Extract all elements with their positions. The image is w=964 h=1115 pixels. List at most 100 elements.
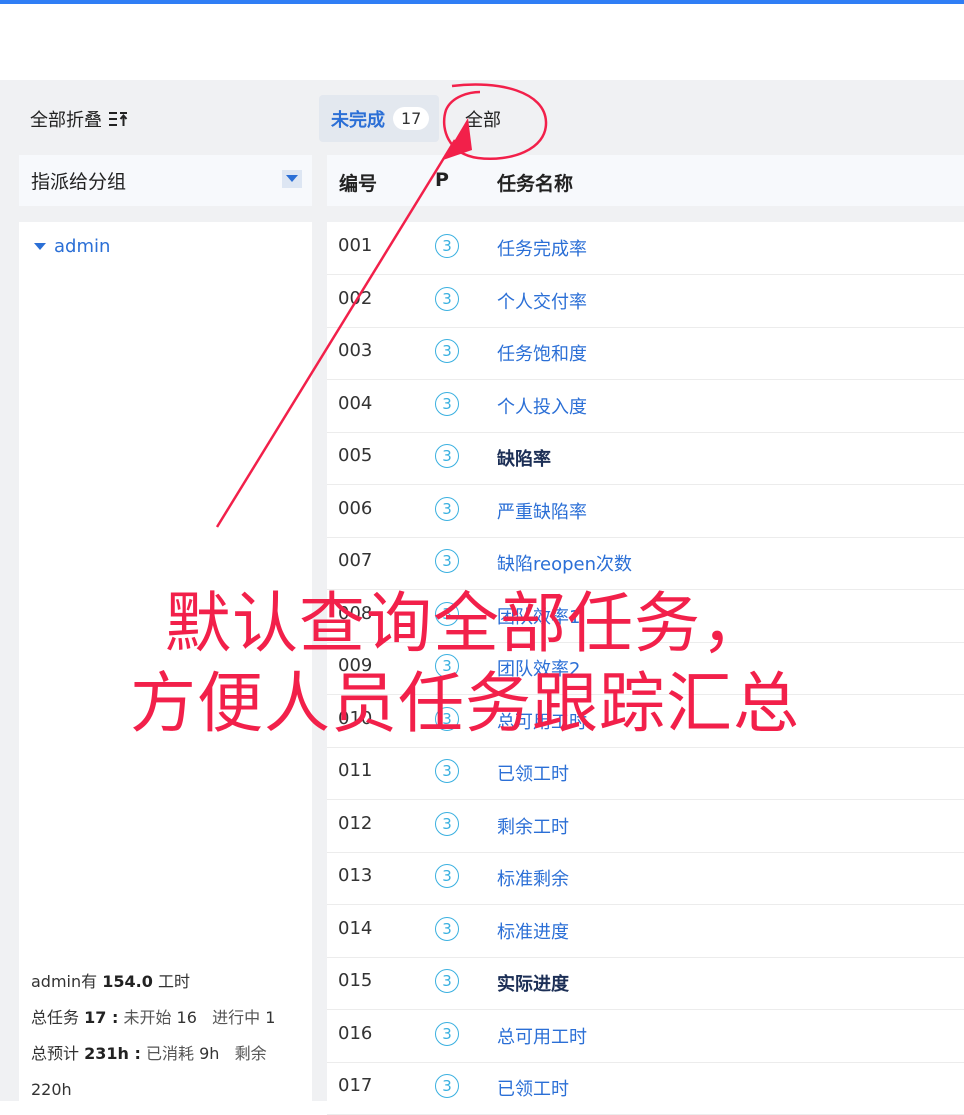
tab-all-label: 全部: [465, 109, 501, 131]
table-row[interactable]: 017 3 已领工时: [327, 1062, 964, 1115]
table-row[interactable]: 013 3 标准剩余: [327, 852, 964, 905]
task-id: 011: [338, 760, 373, 781]
task-name-link[interactable]: 已领工时: [497, 1075, 569, 1101]
summary-estimate: 总预计 231h : 已消耗 9h 剩余: [31, 1036, 306, 1072]
table-row[interactable]: 016 3 总可用工时: [327, 1010, 964, 1063]
priority-badge: 3: [435, 759, 459, 783]
priority-badge: 3: [435, 1074, 459, 1098]
summary-user: admin有: [31, 972, 98, 991]
priority-badge: 3: [435, 234, 459, 258]
summary-hours-unit: 工时: [157, 972, 190, 991]
collapse-all-label: 全部折叠: [30, 110, 102, 131]
priority-badge: 3: [435, 601, 459, 626]
task-name-link[interactable]: 团队效率2: [497, 655, 580, 681]
table-row[interactable]: 014 3 标准进度: [327, 905, 964, 958]
summary-inprogress-value: 1: [265, 1008, 276, 1027]
task-id: 017: [338, 1075, 373, 1096]
chevron-down-icon[interactable]: [282, 170, 302, 188]
task-id: 004: [338, 392, 373, 414]
table-row[interactable]: 005 3 缺陷率: [327, 432, 964, 485]
task-id: 002: [338, 287, 373, 309]
summary-estimate-total: 231h :: [84, 1044, 141, 1063]
table-row[interactable]: 012 3 剩余工时: [327, 800, 964, 853]
priority-badge: 3: [435, 654, 459, 678]
table-row[interactable]: 002 3 个人交付率: [327, 275, 964, 328]
tree-node-admin[interactable]: admin: [34, 236, 110, 257]
summary-tasks-total: 17 :: [84, 1008, 119, 1027]
task-id: 013: [338, 865, 373, 886]
priority-badge: 3: [435, 1021, 459, 1046]
task-id: 015: [338, 970, 373, 991]
task-view: 全部折叠 未完成 17 全部 指派给分组 admin admin有 154.0 …: [0, 80, 964, 1115]
task-name-link[interactable]: 剩余工时: [497, 813, 569, 839]
caret-down-icon[interactable]: [34, 242, 46, 251]
summary-tasks: 总任务 17 : 未开始 16 进行中 1: [31, 1000, 306, 1036]
table-row[interactable]: 007 3 缺陷reopen次数: [327, 537, 964, 590]
summary-consumed-label: 已消耗: [145, 1044, 194, 1063]
task-name-link[interactable]: 个人交付率: [497, 288, 587, 314]
column-header-task-name[interactable]: 任务名称: [497, 169, 573, 196]
task-id: 012: [338, 812, 373, 834]
column-header-id[interactable]: 编号: [339, 169, 377, 196]
task-name-link[interactable]: 任务完成率: [497, 235, 587, 261]
summary-consumed-value: 9h: [199, 1044, 220, 1063]
task-id: 003: [338, 340, 373, 361]
tab-incomplete[interactable]: 未完成 17: [319, 95, 439, 142]
task-id: 007: [338, 550, 373, 571]
assignee-tree: admin admin有 154.0 工时 总任务 17 : 未开始 16 进行…: [19, 222, 312, 1101]
task-name-link[interactable]: 实际进度: [497, 970, 569, 996]
summary-remaining-value: 220h: [31, 1080, 72, 1099]
summary-remaining: 220h: [31, 1072, 306, 1108]
task-name-link[interactable]: 严重缺陷率: [497, 498, 587, 524]
table-row[interactable]: 010 3 总可用工时: [327, 695, 964, 748]
task-name-link[interactable]: 任务饱和度: [497, 340, 587, 366]
summary-estimate-label: 总预计: [31, 1044, 80, 1063]
task-id: 005: [338, 445, 373, 466]
table-row[interactable]: 004 3 个人投入度: [327, 380, 964, 433]
task-id: 010: [338, 707, 373, 729]
tab-all[interactable]: 全部: [465, 95, 501, 142]
priority-badge: 3: [435, 864, 459, 888]
collapse-icon: [109, 112, 128, 126]
priority-badge: 3: [435, 811, 459, 836]
task-table-header: 编号 P 任务名称: [327, 155, 964, 206]
priority-badge: 3: [435, 916, 459, 941]
task-name-link[interactable]: 个人投入度: [497, 393, 587, 419]
tab-incomplete-count: 17: [393, 107, 430, 130]
table-row[interactable]: 015 3 实际进度: [327, 957, 964, 1010]
priority-badge: 3: [435, 286, 459, 311]
workload-summary: admin有 154.0 工时 总任务 17 : 未开始 16 进行中 1 总预…: [31, 964, 306, 1108]
priority-badge: 3: [435, 391, 459, 416]
table-row[interactable]: 009 3 团队效率2: [327, 642, 964, 695]
summary-hours: admin有 154.0 工时: [31, 964, 306, 1000]
task-name-link[interactable]: 总可用工时: [497, 708, 587, 734]
collapse-all-button[interactable]: 全部折叠: [30, 106, 128, 132]
priority-badge: 3: [435, 496, 459, 521]
priority-badge: 3: [435, 549, 459, 573]
table-row[interactable]: 003 3 任务饱和度: [327, 327, 964, 380]
summary-tasks-label: 总任务: [31, 1008, 80, 1027]
column-header-priority[interactable]: P: [435, 169, 449, 191]
task-id: 006: [338, 497, 373, 519]
summary-hours-value: 154.0: [102, 972, 153, 991]
task-name-link[interactable]: 缺陷率: [497, 445, 551, 471]
task-name-link[interactable]: 已领工时: [497, 760, 569, 786]
header-spacer: [0, 4, 964, 80]
table-row[interactable]: 008 3 团队效率1: [327, 590, 964, 643]
priority-badge: 3: [435, 969, 459, 993]
table-row[interactable]: 006 3 严重缺陷率: [327, 485, 964, 538]
task-id: 014: [338, 917, 373, 939]
priority-badge: 3: [435, 444, 459, 468]
group-by-value: 指派给分组: [31, 171, 127, 193]
table-row[interactable]: 001 3 任务完成率: [327, 222, 964, 275]
task-id: 016: [338, 1022, 373, 1044]
task-name-link[interactable]: 团队效率1: [497, 603, 580, 629]
table-row[interactable]: 011 3 已领工时: [327, 747, 964, 800]
task-name-link[interactable]: 标准进度: [497, 918, 569, 944]
task-name-link[interactable]: 标准剩余: [497, 865, 569, 891]
task-id: 009: [338, 655, 373, 676]
group-by-select[interactable]: 指派给分组: [19, 155, 312, 206]
task-name-link[interactable]: 总可用工时: [497, 1023, 587, 1049]
task-name-link[interactable]: 缺陷reopen次数: [497, 550, 632, 576]
tab-incomplete-label: 未完成: [331, 109, 385, 131]
